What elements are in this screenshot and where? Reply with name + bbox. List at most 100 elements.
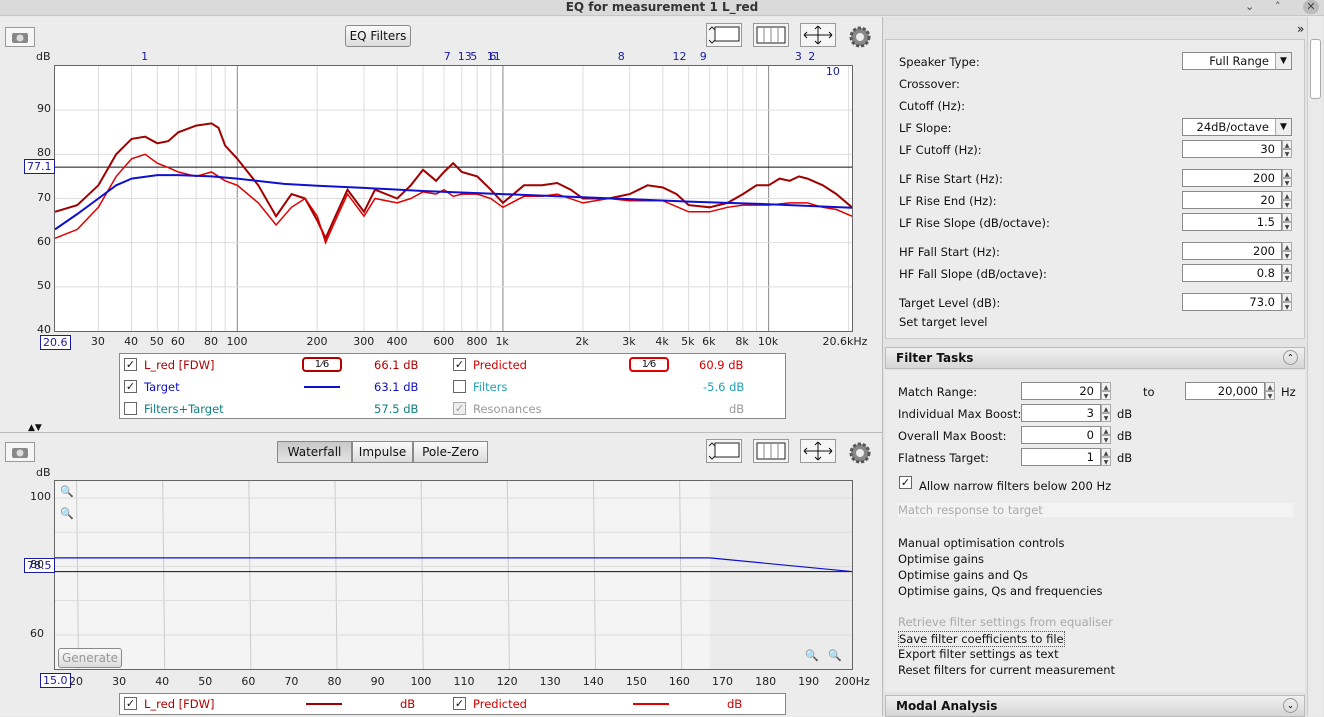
- measured-checkbox[interactable]: ✓: [124, 358, 137, 371]
- grid-icon-bottom[interactable]: [753, 439, 789, 463]
- lf-cutoff-spinner[interactable]: ▲ ▼: [1282, 140, 1292, 158]
- optimise-gains-link[interactable]: Optimise gains: [898, 552, 984, 566]
- zoom-x-in-icon[interactable]: 🔍: [828, 649, 842, 662]
- allow-narrow-checkbox[interactable]: ✓: [899, 476, 912, 489]
- generate-button[interactable]: Generate: [58, 648, 122, 668]
- resonances-label: Resonances: [473, 402, 542, 416]
- collapse-panel-icon[interactable]: »: [1297, 22, 1304, 36]
- lf-rise-start-spinner[interactable]: ▲ ▼: [1282, 169, 1292, 187]
- target-label: Target: [144, 380, 180, 394]
- hf-fall-slope-spinner[interactable]: ▲ ▼: [1282, 264, 1292, 282]
- optimise-gains-qs-freqs-link[interactable]: Optimise gains, Qs and frequencies: [898, 584, 1102, 598]
- bottom-predicted-checkbox[interactable]: ✓: [453, 697, 466, 710]
- bottom-legend: ✓ L_red [FDW] dB ✓ Predicted dB: [119, 693, 786, 715]
- waterfall-depth-region: [709, 481, 852, 669]
- modal-analysis-header[interactable]: Modal Analysis ⌄: [885, 695, 1305, 717]
- individual-max-boost-spinner[interactable]: ▲ ▼: [1101, 404, 1111, 422]
- y-tick-label: 40: [37, 323, 51, 336]
- x-tick-label: 5k: [681, 335, 695, 348]
- target-level-field[interactable]: 73.0: [1182, 293, 1282, 311]
- filters-target-value: 57.5 dB: [374, 402, 419, 416]
- match-response-button[interactable]: Match response to target: [898, 503, 1293, 517]
- waterfall-x-tick: 80: [327, 675, 342, 688]
- tab-pole-zero[interactable]: Pole-Zero: [413, 441, 488, 463]
- bottom-measured-checkbox[interactable]: ✓: [124, 697, 137, 710]
- match-range-to-field[interactable]: 20,000: [1185, 382, 1265, 400]
- zoom-in-icon[interactable]: 🔍: [60, 485, 74, 498]
- close-button[interactable]: ✕: [1303, 0, 1319, 14]
- waterfall-x-start[interactable]: 15.0: [40, 673, 71, 688]
- x-tick-label: 20.6kHz: [822, 335, 868, 348]
- match-range-to-spinner[interactable]: ▲ ▼: [1265, 382, 1275, 400]
- collapse-up-icon[interactable]: ⌃: [1283, 350, 1298, 365]
- graph-layout-icon-bottom[interactable]: [706, 439, 742, 463]
- x-tick-label: 60: [170, 335, 185, 348]
- lf-rise-end-field[interactable]: 20: [1182, 191, 1282, 209]
- match-range-from-field[interactable]: 20: [1021, 382, 1101, 400]
- fit-axes-icon[interactable]: [800, 23, 836, 47]
- maximize-button[interactable]: ˄: [1275, 0, 1281, 14]
- target-level-spinner[interactable]: ▲ ▼: [1282, 293, 1292, 311]
- lf-slope-label: LF Slope:: [899, 121, 952, 135]
- lf-rise-end-spinner[interactable]: ▲ ▼: [1282, 191, 1292, 209]
- speaker-type-select[interactable]: Full Range ▼: [1182, 52, 1292, 70]
- individual-max-boost-field[interactable]: 3: [1021, 404, 1101, 422]
- tab-waterfall[interactable]: Waterfall: [277, 441, 352, 463]
- eq-filters-button[interactable]: EQ Filters: [345, 25, 411, 47]
- lf-slope-select[interactable]: 24dB/octave ▼: [1182, 118, 1292, 136]
- camera-icon[interactable]: [5, 27, 35, 47]
- flatness-target-field[interactable]: 1: [1021, 448, 1101, 466]
- lf-rise-slope-field[interactable]: 1.5: [1182, 213, 1282, 231]
- optimise-gains-qs-link[interactable]: Optimise gains and Qs: [898, 568, 1028, 582]
- zoom-out-icon[interactable]: 🔍: [60, 507, 74, 520]
- scrollbar-thumb[interactable]: [1310, 39, 1321, 99]
- save-coefficients-link[interactable]: Save filter coefficients to file: [898, 631, 1065, 647]
- zoom-x-out-icon[interactable]: 🔍: [805, 649, 819, 662]
- set-target-level-button[interactable]: Set target level: [899, 315, 988, 329]
- measured-value: 66.1 dB: [374, 358, 419, 372]
- tab-impulse[interactable]: Impulse: [352, 441, 413, 463]
- manual-optimisation-link[interactable]: Manual optimisation controls: [898, 536, 1064, 550]
- camera-icon-bottom[interactable]: [5, 442, 35, 462]
- waterfall-plot[interactable]: [54, 480, 853, 670]
- graph-layout-icon[interactable]: [706, 23, 742, 47]
- grid-icon[interactable]: [753, 23, 789, 47]
- retrieve-filters-link[interactable]: Retrieve filter settings from equaliser: [898, 615, 1113, 629]
- resonances-checkbox[interactable]: ✓: [453, 402, 466, 415]
- filters-checkbox[interactable]: [453, 380, 466, 393]
- expand-down-icon[interactable]: ⌄: [1283, 698, 1298, 713]
- target-level-marker[interactable]: 77.1: [24, 159, 55, 174]
- lf-rise-start-field[interactable]: 200: [1182, 169, 1282, 187]
- filter-marker: 5: [470, 50, 478, 63]
- x-start-field[interactable]: 20.6: [40, 335, 71, 350]
- hf-fall-start-spinner[interactable]: ▲ ▼: [1282, 242, 1292, 260]
- filters-target-checkbox[interactable]: [124, 402, 137, 415]
- cutoff-label: Cutoff (Hz):: [899, 99, 965, 113]
- minimize-button[interactable]: ⌄: [1245, 0, 1254, 14]
- lf-rise-slope-spinner[interactable]: ▲ ▼: [1282, 213, 1292, 231]
- waterfall-x-tick: 100: [410, 675, 432, 688]
- filter-tasks-header[interactable]: Filter Tasks ⌃: [885, 347, 1305, 369]
- predicted-smoothing[interactable]: 1⁄6: [629, 357, 669, 372]
- hf-fall-start-field[interactable]: 200: [1182, 242, 1282, 260]
- panel-splitter[interactable]: ▲▼: [0, 423, 882, 433]
- fit-axes-icon-bottom[interactable]: [800, 439, 836, 463]
- export-settings-link[interactable]: Export filter settings as text: [898, 647, 1059, 661]
- waterfall-x-tick: 110: [453, 675, 475, 688]
- frequency-response-plot[interactable]: [54, 65, 853, 332]
- settings-scrollbar[interactable]: [1307, 17, 1323, 716]
- gear-icon-bottom[interactable]: [848, 441, 872, 465]
- measured-smoothing[interactable]: 1⁄6: [302, 357, 342, 372]
- waterfall-x-tick: 150: [625, 675, 647, 688]
- reset-filters-link[interactable]: Reset filters for current measurement: [898, 663, 1115, 677]
- flatness-target-spinner[interactable]: ▲ ▼: [1101, 448, 1111, 466]
- lf-cutoff-field[interactable]: 30: [1182, 140, 1282, 158]
- target-checkbox[interactable]: ✓: [124, 380, 137, 393]
- overall-max-boost-field[interactable]: 0: [1021, 426, 1101, 444]
- match-range-from-spinner[interactable]: ▲ ▼: [1101, 382, 1111, 400]
- gear-icon[interactable]: [848, 25, 872, 49]
- hf-fall-slope-field[interactable]: 0.8: [1182, 264, 1282, 282]
- overall-max-boost-spinner[interactable]: ▲ ▼: [1101, 426, 1111, 444]
- splitter-arrows-icon[interactable]: ▲▼: [28, 423, 42, 433]
- predicted-checkbox[interactable]: ✓: [453, 358, 466, 371]
